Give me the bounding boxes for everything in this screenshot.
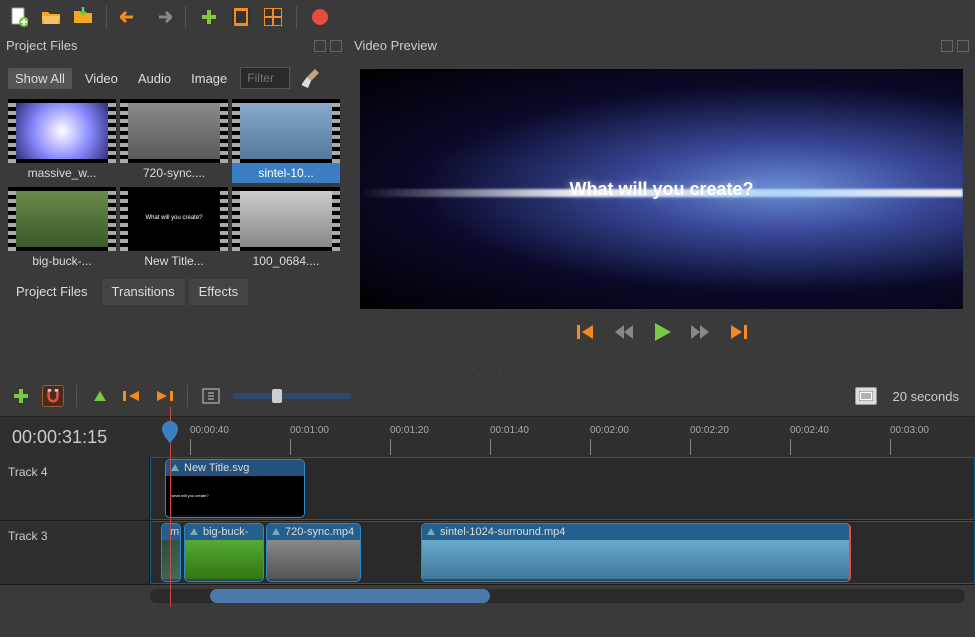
filter-image[interactable]: Image (184, 68, 234, 89)
clear-filter-icon[interactable] (302, 68, 322, 88)
playhead-time: 00:00:31:15 (0, 417, 150, 458)
file-item[interactable]: massive_w... (8, 99, 116, 183)
prev-marker-icon[interactable] (121, 385, 143, 407)
track-content[interactable]: m big-buck- 720-sync.mp4 sintel-1024-surrou… (150, 521, 975, 584)
clip-title: sintel-1024-surround.mp4 (440, 526, 565, 538)
filter-input[interactable] (240, 67, 290, 89)
ruler-tick: 00:01:20 (390, 425, 429, 436)
clip[interactable]: 720-sync.mp4 (266, 523, 361, 582)
tab-effects[interactable]: Effects (189, 279, 249, 305)
preview-title: Video Preview (354, 38, 437, 53)
preview-close-icon[interactable] (957, 40, 969, 52)
tab-transitions[interactable]: Transitions (102, 279, 185, 305)
panel-resize-handle[interactable]: . . . . . . (0, 362, 975, 376)
timeline: 00:00:31:15 00:00:40 00:01:00 00:01:20 00:0… (0, 416, 975, 603)
zoom-slider[interactable] (232, 393, 352, 399)
ruler-tick: 00:03:00 (890, 425, 929, 436)
main-toolbar (0, 0, 975, 34)
ruler-tick: 00:01:40 (490, 425, 529, 436)
filter-show-all[interactable]: Show All (8, 68, 72, 89)
project-files-title: Project Files (6, 38, 78, 53)
transport-controls (348, 313, 975, 351)
play-icon[interactable] (651, 321, 673, 343)
next-marker-icon[interactable] (153, 385, 175, 407)
timeline-ruler[interactable]: 00:00:31:15 00:00:40 00:01:00 00:01:20 00:0… (0, 417, 975, 457)
file-label: New Title... (120, 251, 228, 271)
rewind-icon[interactable] (613, 321, 635, 343)
center-playhead-icon[interactable] (200, 385, 222, 407)
ruler-tick: 00:00:40 (190, 425, 229, 436)
ruler-tick: 00:02:00 (590, 425, 629, 436)
clip[interactable]: m (161, 523, 181, 582)
film-grid-icon[interactable] (262, 6, 284, 28)
new-file-icon[interactable] (8, 6, 30, 28)
file-label: big-buck-... (8, 251, 116, 271)
filter-audio[interactable]: Audio (131, 68, 178, 89)
ruler-tick: 00:01:00 (290, 425, 329, 436)
clip[interactable]: sintel-1024-surround.mp4 (421, 523, 851, 582)
file-label: 720-sync.... (120, 163, 228, 183)
file-grid: massive_w...720-sync....sintel-10... big-… (0, 95, 348, 275)
go-start-icon[interactable] (575, 321, 597, 343)
save-file-icon[interactable] (72, 6, 94, 28)
timeline-toolbar: 20 seconds (0, 376, 975, 416)
add-track-icon[interactable] (10, 385, 32, 407)
preview-video[interactable]: What will you create? (360, 69, 963, 309)
track: Track 3 m big-buck- 720-sync.mp4 sintel-1024… (0, 521, 975, 585)
undo-icon[interactable] (119, 6, 141, 28)
ruler-tick: 00:02:20 (690, 425, 729, 436)
file-label: 100_0684.... (232, 251, 340, 271)
preview-panel: Video Preview What will you create? (348, 34, 975, 362)
track-content[interactable]: New Title.svgwhat will you create? (150, 457, 975, 520)
track-header[interactable]: Track 4 (0, 457, 150, 520)
file-item[interactable]: What will you create?New Title... (120, 187, 228, 271)
file-item[interactable]: 720-sync.... (120, 99, 228, 183)
filter-video[interactable]: Video (78, 68, 125, 89)
zoom-display-icon[interactable] (855, 387, 877, 405)
add-icon[interactable] (198, 6, 220, 28)
clip[interactable]: New Title.svgwhat will you create? (165, 459, 305, 518)
film-strip-icon[interactable] (230, 6, 252, 28)
zoom-label: 20 seconds (887, 386, 966, 407)
clip-title: big-buck- (203, 526, 248, 538)
file-item[interactable]: 100_0684.... (232, 187, 340, 271)
clip-title: 720-sync.mp4 (285, 526, 354, 538)
add-marker-icon[interactable] (89, 385, 111, 407)
track: Track 4 New Title.svgwhat will you create… (0, 457, 975, 521)
ruler-tick: 00:02:40 (790, 425, 829, 436)
track-header[interactable]: Track 3 (0, 521, 150, 584)
timeline-scrollbar[interactable] (150, 589, 965, 603)
clip-title: m (170, 526, 179, 538)
file-label: sintel-10... (232, 163, 340, 183)
file-item[interactable]: big-buck-... (8, 187, 116, 271)
playhead-handle[interactable] (162, 421, 178, 443)
preview-overlay-text: What will you create? (569, 179, 753, 200)
record-icon[interactable] (309, 6, 331, 28)
clip[interactable]: big-buck- (184, 523, 264, 582)
panel-undock-icon[interactable] (314, 40, 326, 52)
snap-magnet-icon[interactable] (42, 385, 64, 407)
tab-project-files[interactable]: Project Files (6, 279, 98, 305)
open-file-icon[interactable] (40, 6, 62, 28)
file-item[interactable]: sintel-10... (232, 99, 340, 183)
panel-close-icon[interactable] (330, 40, 342, 52)
preview-undock-icon[interactable] (941, 40, 953, 52)
clip-title: New Title.svg (184, 462, 249, 474)
file-label: massive_w... (8, 163, 116, 183)
project-files-panel: Project Files Show All Video Audio Image… (0, 34, 348, 362)
fast-forward-icon[interactable] (689, 321, 711, 343)
redo-icon[interactable] (151, 6, 173, 28)
go-end-icon[interactable] (727, 321, 749, 343)
